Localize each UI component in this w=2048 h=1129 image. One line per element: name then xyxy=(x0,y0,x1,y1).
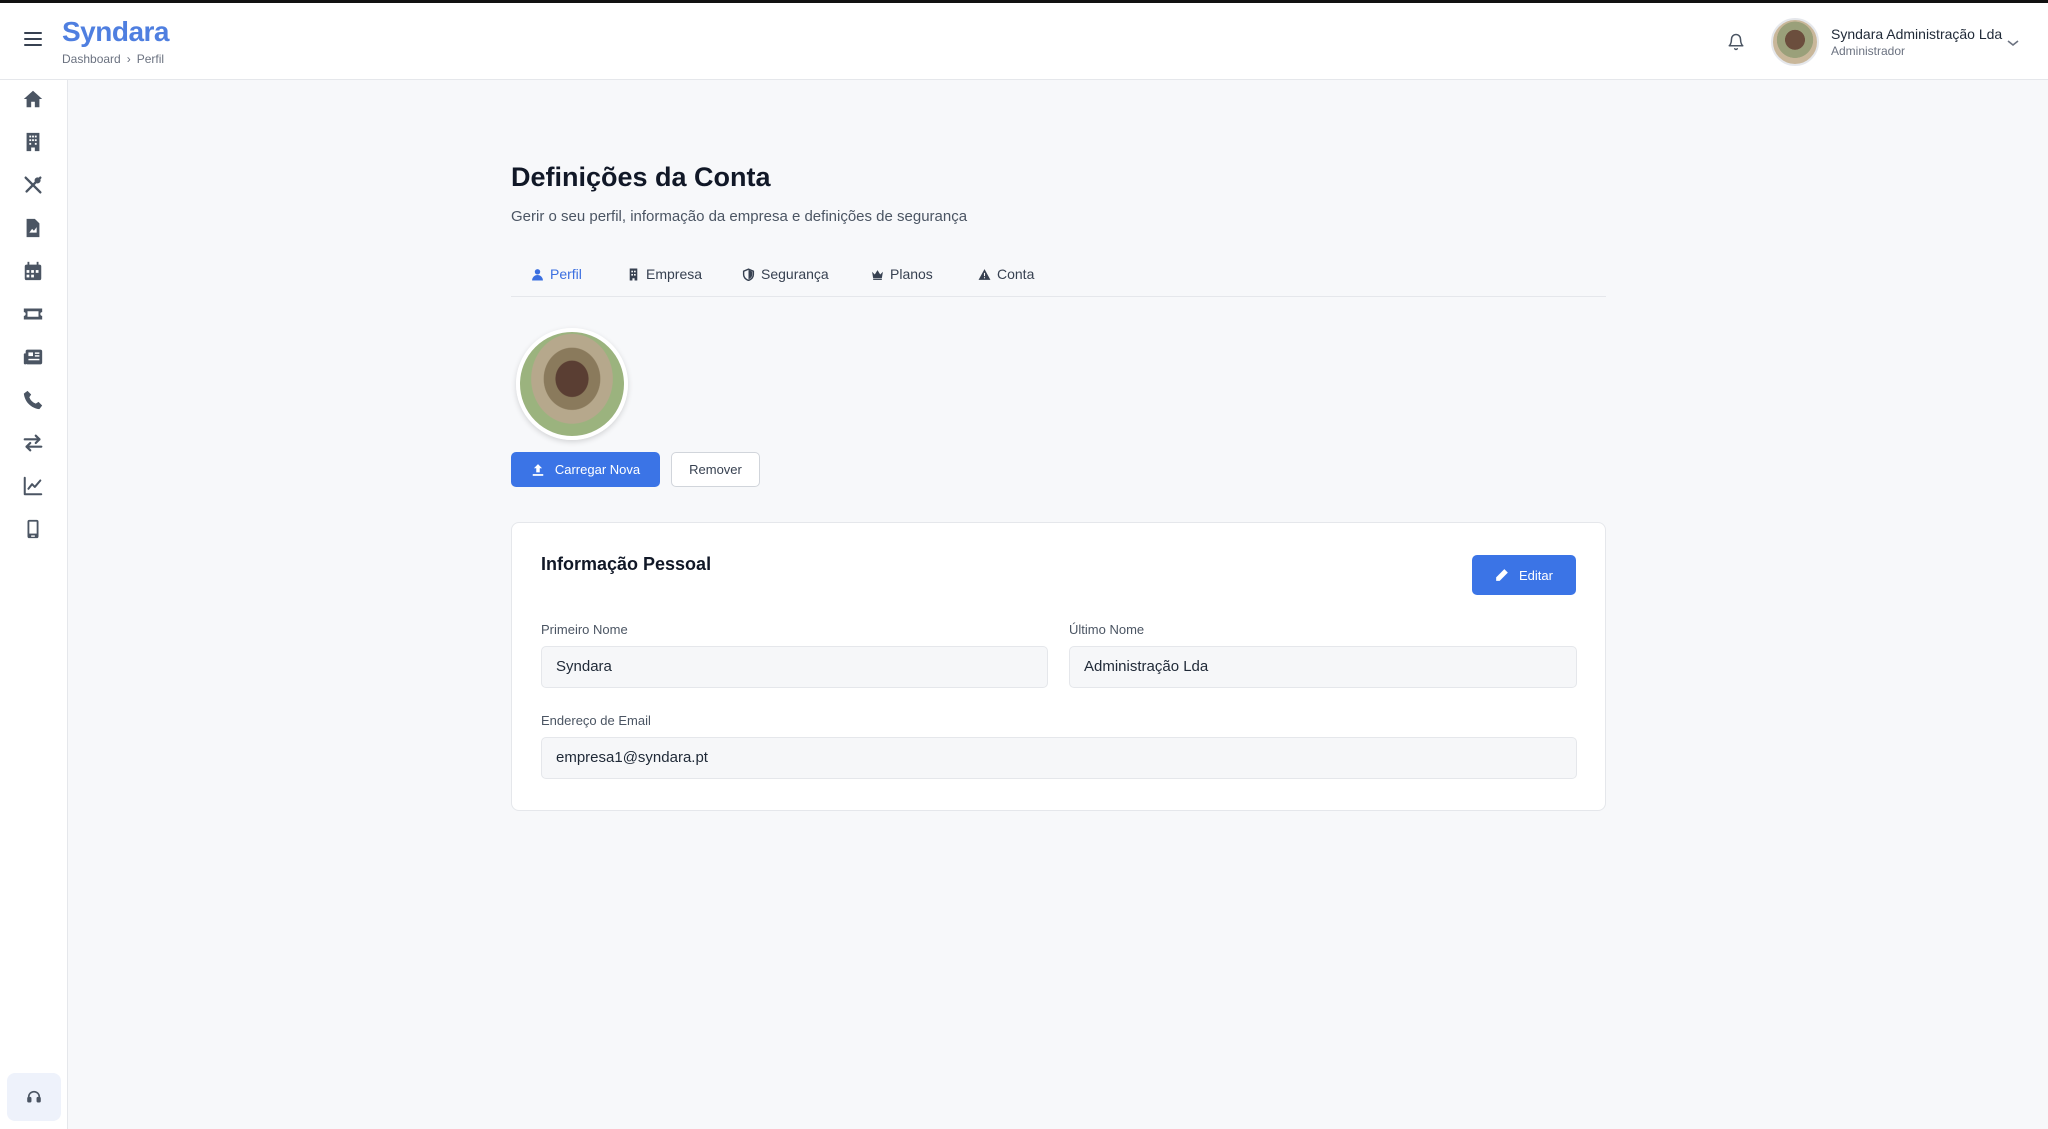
sidebar xyxy=(0,80,68,1129)
personal-info-card: Informação Pessoal Editar Primeiro Nome … xyxy=(511,522,1606,811)
avatar[interactable] xyxy=(1771,18,1819,66)
card-title: Informação Pessoal xyxy=(541,554,712,574)
support-button[interactable] xyxy=(7,1073,61,1121)
top-bar: Syndara Dashboard › Perfil Syndara Admin… xyxy=(0,0,2048,80)
ticket-icon[interactable] xyxy=(22,303,44,325)
crown-icon xyxy=(872,269,883,280)
upload-photo-button[interactable]: Carregar Nova xyxy=(511,452,660,487)
tab-label: Segurança xyxy=(761,266,829,282)
edit-label: Editar xyxy=(1519,567,1553,583)
phone-icon[interactable] xyxy=(22,389,44,411)
profile-photo xyxy=(516,328,628,440)
menu-icon[interactable] xyxy=(24,32,42,48)
breadcrumb: Dashboard › Perfil xyxy=(62,52,164,66)
upload-icon xyxy=(532,463,544,476)
breadcrumb-dashboard[interactable]: Dashboard xyxy=(62,52,121,66)
tools-icon[interactable] xyxy=(22,174,44,196)
tab-seguranca[interactable]: Segurança xyxy=(742,266,829,282)
last-name-label: Último Nome xyxy=(1069,622,1145,637)
calendar-icon[interactable] xyxy=(22,260,44,282)
transfer-icon[interactable] xyxy=(22,432,44,454)
first-name-label: Primeiro Nome xyxy=(541,622,628,637)
tab-label: Perfil xyxy=(550,266,582,282)
breadcrumb-perfil: Perfil xyxy=(136,52,165,66)
email-field[interactable]: empresa1@syndara.pt xyxy=(541,737,1577,779)
user-name[interactable]: Syndara Administração Lda xyxy=(1831,26,2002,42)
tab-empresa[interactable]: Empresa xyxy=(627,266,702,282)
email-label: Endereço de Email xyxy=(541,713,651,728)
chevron-right-icon: › xyxy=(126,52,131,66)
settings-tabs: Perfil Empresa Segurança Planos Conta xyxy=(511,260,1606,297)
brand-logo[interactable]: Syndara xyxy=(62,16,170,48)
support-icon xyxy=(26,1089,42,1105)
pencil-icon xyxy=(1496,569,1508,581)
building-icon xyxy=(629,268,638,280)
newspaper-icon[interactable] xyxy=(22,346,44,368)
user-icon xyxy=(532,268,543,280)
tab-label: Empresa xyxy=(646,266,703,282)
page-subtitle: Gerir o seu perfil, informação da empres… xyxy=(511,208,968,225)
user-role: Administrador xyxy=(1831,44,1906,58)
bell-icon[interactable] xyxy=(1727,32,1747,54)
document-icon[interactable] xyxy=(22,217,44,239)
first-name-field[interactable]: Syndara xyxy=(541,646,1048,688)
upload-label: Carregar Nova xyxy=(554,462,641,477)
shield-icon xyxy=(742,267,755,281)
tab-label: Conta xyxy=(997,266,1035,282)
tab-planos[interactable]: Planos xyxy=(871,266,933,282)
warning-icon xyxy=(978,268,991,280)
tab-perfil[interactable]: Perfil xyxy=(531,266,582,282)
chevron-down-icon[interactable] xyxy=(2006,35,2020,47)
tab-label: Planos xyxy=(890,266,933,282)
tab-conta[interactable]: Conta xyxy=(978,266,1034,282)
remove-photo-button[interactable]: Remover xyxy=(671,452,760,487)
chart-icon[interactable] xyxy=(22,475,44,497)
last-name-field[interactable]: Administração Lda xyxy=(1069,646,1577,688)
edit-button[interactable]: Editar xyxy=(1472,555,1576,595)
page-title: Definições da Conta xyxy=(511,162,771,192)
home-icon[interactable] xyxy=(22,88,44,110)
building-icon[interactable] xyxy=(22,131,44,153)
mobile-icon[interactable] xyxy=(22,518,44,540)
